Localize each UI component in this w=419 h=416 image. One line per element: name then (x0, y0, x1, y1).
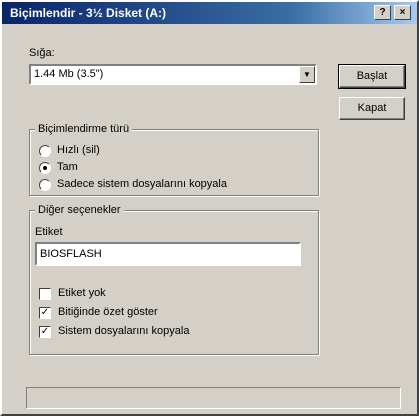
window-title: Biçimlendir - 3½ Disket (A:) (10, 6, 167, 20)
status-bar (26, 387, 401, 409)
radio-system-only[interactable] (39, 179, 51, 191)
checkbox-copy-system[interactable]: ✓ (39, 326, 51, 338)
format-type-title: Biçimlendirme türü (35, 123, 133, 135)
chevron-down-icon[interactable]: ▼ (299, 66, 315, 83)
title-bar[interactable]: Biçimlendir - 3½ Disket (A:) ? × (2, 2, 417, 24)
radio-quick-label[interactable]: Hızlı (sil) (57, 144, 100, 156)
close-window-button[interactable]: × (394, 5, 411, 20)
checkbox-show-summary[interactable]: ✓ (39, 307, 51, 319)
checkbox-show-summary-text[interactable]: Bitiğinde özet göster (58, 306, 158, 318)
close-button[interactable]: Kapat (339, 97, 405, 120)
volume-label-input[interactable]: BIOSFLASH (35, 242, 301, 266)
capacity-label: Sığa: (29, 47, 55, 59)
capacity-select[interactable]: 1.44 Mb (3.5") ▼ (29, 64, 317, 85)
capacity-value: 1.44 Mb (3.5") (34, 68, 104, 80)
radio-quick[interactable] (39, 145, 51, 157)
help-button[interactable]: ? (374, 5, 391, 20)
radio-full[interactable] (39, 162, 51, 174)
checkbox-no-label-text[interactable]: Etiket yok (58, 287, 106, 299)
radio-full-label[interactable]: Tam (57, 161, 78, 173)
format-dialog: Biçimlendir - 3½ Disket (A:) ? × Sığa: 1… (0, 0, 419, 416)
checkbox-copy-system-text[interactable]: Sistem dosyalarını kopyala (58, 325, 189, 337)
radio-system-only-label[interactable]: Sadece sistem dosyalarını kopyala (57, 178, 227, 190)
volume-label-value: BIOSFLASH (40, 248, 102, 260)
volume-label-caption: Etiket (35, 226, 63, 238)
checkbox-no-label[interactable] (39, 288, 51, 300)
start-button[interactable]: Başlat (338, 64, 406, 89)
other-options-title: Diğer seçenekler (35, 204, 124, 216)
